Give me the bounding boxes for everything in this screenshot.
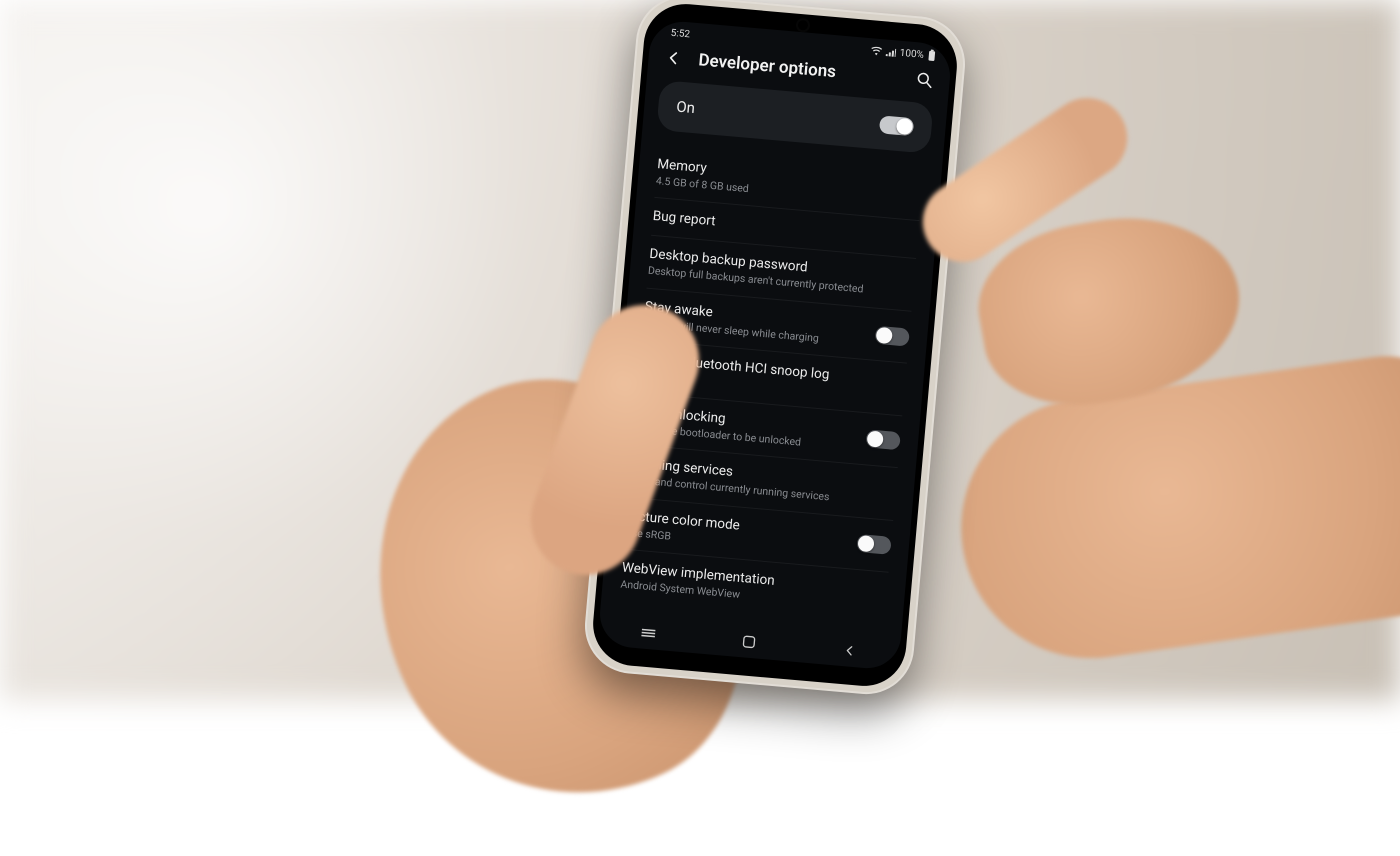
navigation-bar (597, 615, 900, 669)
oem-unlocking-toggle[interactable] (865, 430, 900, 451)
nav-back-button[interactable] (829, 642, 870, 659)
search-button[interactable] (913, 68, 937, 92)
picture-color-toggle[interactable] (856, 534, 891, 555)
search-icon (915, 70, 935, 90)
stay-awake-toggle[interactable] (875, 325, 910, 346)
master-toggle[interactable] (879, 115, 914, 136)
front-camera (798, 20, 809, 31)
nav-home-button[interactable] (728, 632, 769, 651)
status-time: 5:52 (670, 27, 690, 40)
back-button[interactable] (662, 46, 686, 70)
toggle-knob (857, 535, 874, 552)
chevron-left-icon (664, 48, 684, 68)
wifi-icon (870, 46, 882, 56)
toggle-knob (896, 118, 913, 135)
chevron-left-icon (842, 643, 857, 658)
master-toggle-label: On (676, 98, 696, 118)
toggle-knob (866, 431, 883, 448)
home-icon (740, 633, 757, 650)
recents-icon (639, 625, 658, 641)
toggle-knob (876, 326, 893, 343)
nav-recents-button[interactable] (628, 624, 669, 641)
signal-icon (885, 47, 896, 57)
battery-icon (927, 49, 936, 62)
battery-text: 100% (899, 47, 924, 60)
